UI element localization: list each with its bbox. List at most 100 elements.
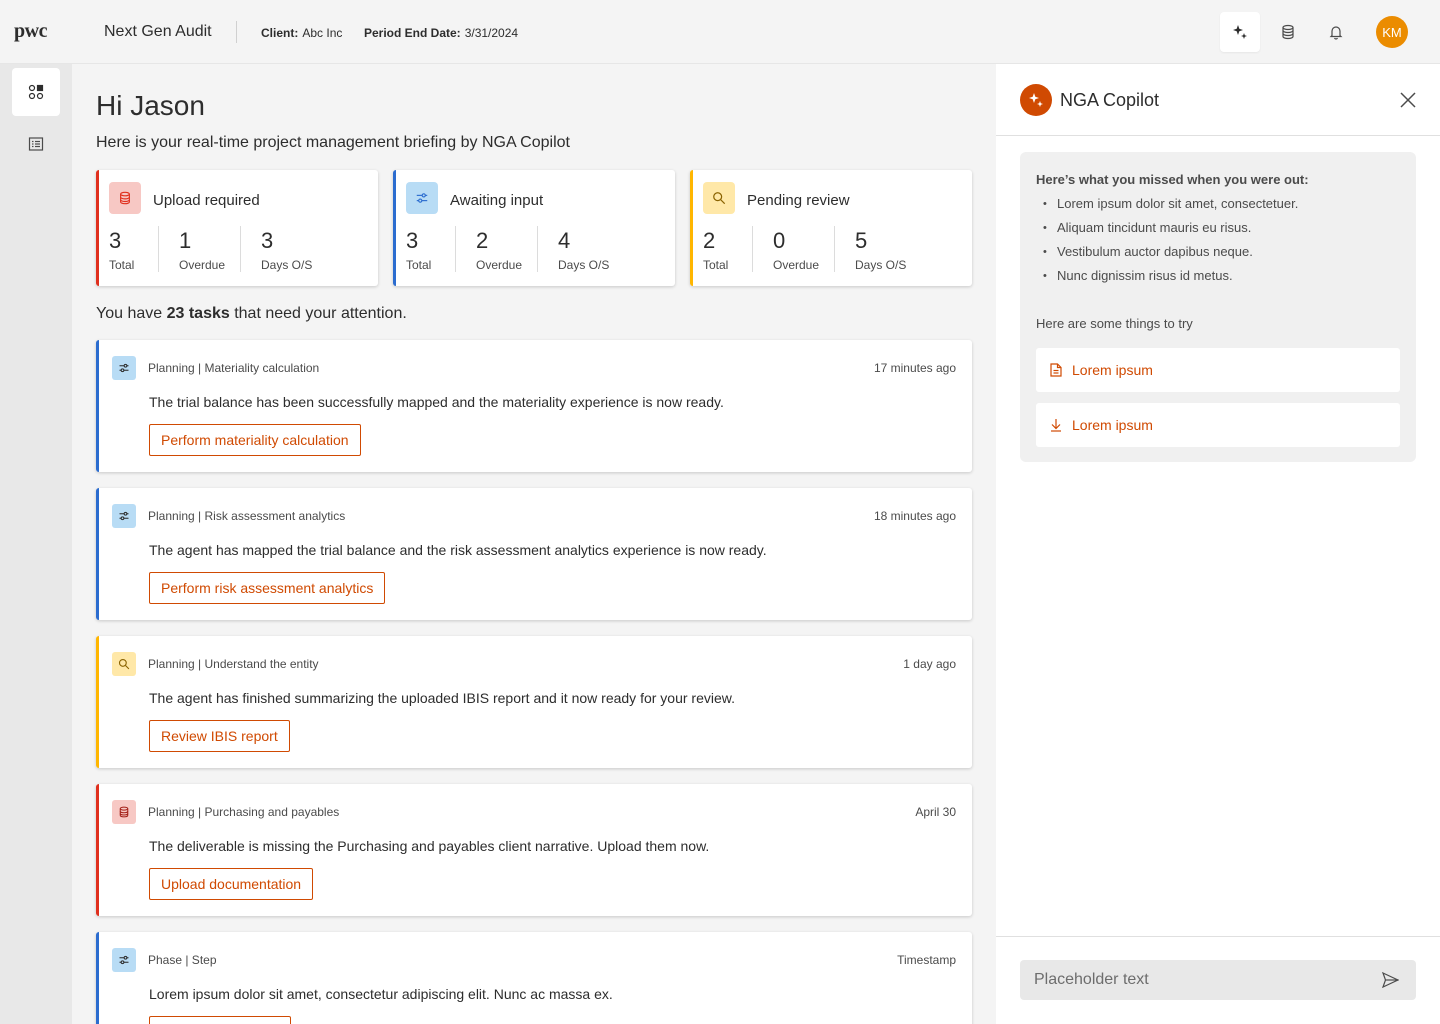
missed-item: Nunc dignissim risus id metus. bbox=[1036, 268, 1298, 292]
stat-days-os: 3 Days O/S bbox=[261, 228, 312, 278]
task-icon-box bbox=[112, 652, 136, 676]
briefing-subtitle: Here is your real-time project managemen… bbox=[96, 134, 570, 151]
review-ibis-report-button[interactable]: Review IBIS report bbox=[149, 720, 290, 752]
task-icon-box bbox=[112, 948, 136, 972]
suggestion-label: Lorem ipsum bbox=[1072, 417, 1153, 433]
perform-materiality-calculation-button[interactable]: Perform materiality calculation bbox=[149, 424, 361, 456]
tasks-summary: You have 23 tasks that need your attenti… bbox=[96, 305, 407, 323]
copilot-panel: NGA Copilot Here’s what you missed when … bbox=[996, 64, 1440, 1024]
task-timestamp: 18 minutes ago bbox=[873, 509, 956, 523]
stat-value: 2 bbox=[476, 228, 489, 253]
sparkle-icon bbox=[1029, 93, 1043, 107]
nav-list[interactable] bbox=[12, 120, 60, 168]
missed-heading: Here’s what you missed when you were out… bbox=[1036, 172, 1309, 187]
copilot-header: NGA Copilot bbox=[996, 64, 1440, 136]
dashboard-icon bbox=[28, 84, 44, 100]
period-end-info: Period End Date: 3/31/2024 bbox=[364, 26, 518, 40]
stat-divider bbox=[158, 226, 159, 272]
pwc-logo[interactable]: pwc bbox=[14, 20, 47, 43]
upload-documentation-button[interactable]: Upload documentation bbox=[149, 868, 314, 900]
search-icon bbox=[713, 192, 726, 205]
main-content: Hi Jason Here is your real-time project … bbox=[72, 64, 996, 1024]
stat-card-awaiting-input[interactable]: Awaiting input 3 Total 2 Overdue 4 Days O/S bbox=[393, 170, 675, 286]
task-timestamp: 17 minutes ago bbox=[873, 361, 956, 375]
copilot-footer-divider bbox=[996, 936, 1440, 937]
greeting-heading: Hi Jason bbox=[96, 90, 205, 121]
app-title: Next Gen Audit bbox=[104, 23, 212, 40]
stat-total: 3 Total bbox=[406, 228, 431, 278]
sliders-icon bbox=[119, 363, 129, 373]
missed-item: Aliquam tincidunt mauris eu risus. bbox=[1036, 220, 1298, 244]
tasks-suffix: that need your attention. bbox=[229, 305, 407, 322]
header-divider bbox=[236, 21, 237, 43]
copilot-toggle-button[interactable] bbox=[1220, 12, 1260, 52]
stat-label: Days O/S bbox=[855, 258, 907, 272]
stat-overdue: 0 Overdue bbox=[773, 228, 819, 278]
stat-overdue: 2 Overdue bbox=[476, 228, 522, 278]
copilot-logo bbox=[1020, 84, 1052, 116]
database-icon bbox=[120, 191, 130, 205]
stat-days-os: 5 Days O/S bbox=[855, 228, 906, 278]
task-icon-box bbox=[112, 504, 136, 528]
task-breadcrumb: Phase | Step bbox=[148, 953, 217, 967]
period-label: Period End Date: bbox=[364, 26, 461, 40]
top-header: pwc Next Gen Audit Client: Abc Inc Period… bbox=[0, 0, 1440, 64]
perform-risk-assessment-analytics-button[interactable]: Perform risk assessment analytics bbox=[149, 572, 386, 604]
task-breadcrumb: Planning | Materiality calculation bbox=[148, 361, 320, 375]
task-breadcrumb: Planning | Risk assessment analytics bbox=[148, 509, 346, 523]
stat-card-upload-required[interactable]: Upload required 3 Total 1 Overdue 3 Days O/… bbox=[96, 170, 378, 286]
task-icon-box bbox=[112, 356, 136, 380]
stat-title: Awaiting input bbox=[450, 192, 544, 209]
send-button[interactable] bbox=[1380, 970, 1400, 990]
try-heading: Here are some things to try bbox=[1036, 316, 1193, 331]
copilot-title: NGA Copilot bbox=[1060, 90, 1160, 110]
client-value: Abc Inc bbox=[302, 26, 343, 40]
stat-label: Total bbox=[703, 258, 729, 272]
sparkle-icon bbox=[1233, 25, 1247, 39]
suggestion-item[interactable]: Lorem ipsum bbox=[1036, 403, 1400, 447]
database-icon bbox=[1282, 24, 1294, 40]
data-button[interactable] bbox=[1268, 12, 1308, 52]
notifications-button[interactable] bbox=[1316, 12, 1356, 52]
stat-icon-box bbox=[703, 182, 735, 214]
task-timestamp: Timestamp bbox=[897, 953, 956, 967]
stat-label: Overdue bbox=[179, 258, 226, 272]
task-card: Planning | Risk assessment analytics 18 … bbox=[96, 488, 972, 620]
stat-icon-box bbox=[109, 182, 141, 214]
stat-label: Days O/S bbox=[261, 258, 313, 272]
stat-label: Overdue bbox=[476, 258, 523, 272]
sliders-icon bbox=[119, 511, 129, 521]
task-card: Planning | Understand the entity 1 day a… bbox=[96, 636, 972, 768]
list-icon bbox=[28, 137, 44, 151]
task-card: Phase | Step Timestamp Lorem ipsum dolor… bbox=[96, 932, 972, 1024]
client-label: Client: bbox=[261, 26, 299, 40]
stat-divider bbox=[455, 226, 456, 272]
nav-dashboard[interactable] bbox=[12, 68, 60, 116]
copilot-message-input[interactable] bbox=[1020, 960, 1416, 1000]
task-description: The trial balance has been successfully … bbox=[149, 394, 724, 410]
stat-value: 5 bbox=[855, 228, 868, 253]
task-description: Lorem ipsum dolor sit amet, consectetur … bbox=[149, 986, 613, 1002]
close-icon bbox=[1400, 92, 1416, 108]
stat-divider bbox=[537, 226, 538, 272]
task-timestamp: 1 day ago bbox=[903, 657, 956, 671]
close-copilot-button[interactable] bbox=[1398, 90, 1418, 110]
task-icon-box bbox=[112, 800, 136, 824]
stat-divider bbox=[240, 226, 241, 272]
stat-card-pending-review[interactable]: Pending review 2 Total 0 Overdue 5 Days O/S bbox=[690, 170, 972, 286]
stat-divider bbox=[834, 226, 835, 272]
task-timestamp: April 30 bbox=[915, 805, 956, 819]
suggestion-item[interactable]: Lorem ipsum bbox=[1036, 348, 1400, 392]
stat-value: 3 bbox=[261, 228, 274, 253]
task-card: Planning | Purchasing and payables April… bbox=[96, 784, 972, 916]
stat-title: Pending review bbox=[747, 192, 850, 209]
stat-total: 3 Total bbox=[109, 228, 134, 278]
stat-label: Overdue bbox=[773, 258, 820, 272]
task-action-button[interactable] bbox=[149, 1016, 291, 1024]
user-avatar[interactable]: KM bbox=[1376, 16, 1408, 48]
client-info: Client: Abc Inc bbox=[261, 26, 342, 40]
stat-label: Days O/S bbox=[558, 258, 610, 272]
suggestion-label: Lorem ipsum bbox=[1072, 362, 1153, 378]
search-icon bbox=[118, 658, 130, 670]
tasks-prefix: You have bbox=[96, 305, 167, 322]
